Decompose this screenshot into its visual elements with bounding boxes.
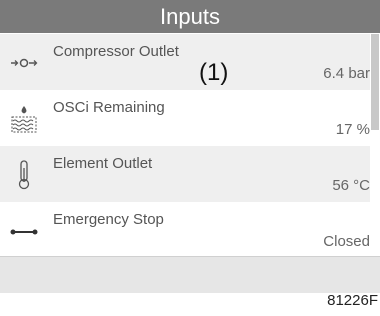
input-value: 56 °C xyxy=(332,177,370,194)
input-label: Emergency Stop xyxy=(53,211,164,228)
inputs-screen: Inputs Compressor Outlet 6.4 bar OSCi Re… xyxy=(0,0,380,293)
figure-reference: 81226F xyxy=(327,292,378,309)
input-row-element-outlet[interactable]: Element Outlet 56 °C xyxy=(0,146,370,202)
water-tank-icon xyxy=(8,104,40,134)
input-value: 6.4 bar xyxy=(323,65,370,82)
footer-bar xyxy=(0,256,380,293)
pressure-sensor-icon xyxy=(8,48,40,78)
input-label: Compressor Outlet xyxy=(53,43,179,60)
input-label: Element Outlet xyxy=(53,155,153,172)
scrollbar[interactable] xyxy=(370,34,380,256)
input-value: 17 % xyxy=(335,121,370,138)
input-row-compressor-outlet[interactable]: Compressor Outlet 6.4 bar xyxy=(0,34,370,90)
thermometer-icon xyxy=(8,160,40,190)
input-value: Closed xyxy=(323,233,370,250)
screen-title: Inputs xyxy=(0,0,380,33)
switch-icon xyxy=(8,216,40,246)
input-row-osci-remaining[interactable]: OSCi Remaining 17 % xyxy=(0,90,370,146)
scrollbar-thumb[interactable] xyxy=(371,34,379,130)
input-label: OSCi Remaining xyxy=(53,99,165,116)
input-row-emergency-stop[interactable]: Emergency Stop Closed xyxy=(0,202,370,258)
callout-marker: (1) xyxy=(199,59,229,86)
